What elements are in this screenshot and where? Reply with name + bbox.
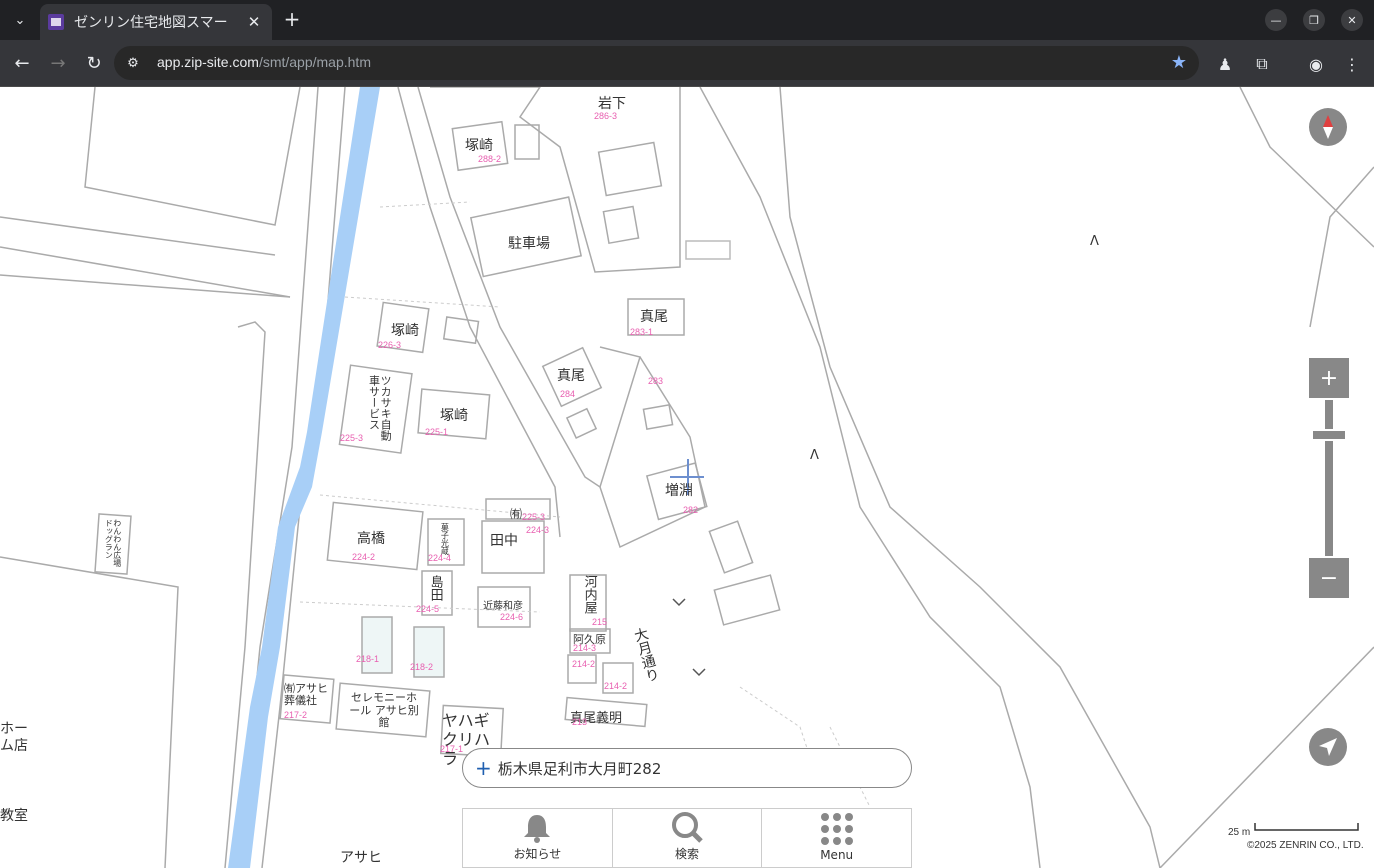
back-button[interactable]: ← — [9, 50, 35, 76]
reload-button[interactable]: ↻ — [81, 50, 107, 76]
scale-line — [1254, 823, 1359, 831]
map-label: 塚崎 — [465, 138, 493, 154]
map-label: ホーム店 — [0, 721, 28, 754]
map-parcel-number: 225-3 — [522, 512, 546, 522]
site-info-icon[interactable]: ⚙ — [124, 54, 142, 72]
map-parcel-number: 213 — [572, 717, 588, 727]
map-label: 塚崎 — [440, 408, 468, 424]
mountain-symbol: Λ — [1090, 234, 1099, 249]
compass-needle-icon — [1323, 115, 1333, 139]
map-label: 島田 — [427, 575, 443, 601]
map-parcel-number: 215 — [592, 617, 608, 627]
tab-title: ゼンリン住宅地図スマー — [74, 15, 228, 31]
menu-button[interactable]: Menu — [762, 809, 911, 867]
bell-icon — [524, 815, 551, 843]
zoom-slider-handle[interactable] — [1311, 429, 1347, 441]
map-parcel-number: 283-1 — [630, 327, 654, 337]
map-label: 近藤和彦 — [483, 601, 523, 612]
forward-button[interactable]: → — [45, 50, 71, 76]
map-parcel-number: 224-6 — [500, 612, 524, 622]
map-label: 真尾 — [557, 368, 585, 384]
minimize-button[interactable]: — — [1265, 9, 1287, 31]
map-label: ㈲アサヒ葬儀社 — [284, 682, 328, 708]
kebab-menu-icon[interactable]: ⋮ — [1340, 52, 1364, 76]
map-label: アサヒ — [340, 850, 382, 866]
map-parcel-number: 218-1 — [356, 654, 380, 664]
scale-label: 25 m — [1228, 827, 1251, 838]
map-parcel-number: 283 — [648, 376, 664, 386]
bottom-menu-bar: お知らせ 検索 Menu — [462, 808, 912, 868]
map-parcel-number: 225-3 — [340, 433, 364, 443]
map-parcel-number: 288-2 — [478, 154, 502, 164]
tab-search-button[interactable]: ⌄ — [6, 8, 34, 32]
plus-icon: + — [475, 756, 492, 780]
new-tab-button[interactable]: + — [280, 8, 304, 32]
map-parcel-number: 217-2 — [284, 710, 308, 720]
favicon-icon — [48, 14, 64, 30]
bookmark-star-icon[interactable]: ★ — [1171, 52, 1187, 73]
close-window-button[interactable]: ✕ — [1341, 9, 1363, 31]
zoom-in-button[interactable]: + — [1309, 358, 1349, 398]
map-label: ツカサキ自動車サービス — [367, 375, 393, 441]
browser-tab-bar: ⌄ ゼンリン住宅地図スマー ✕ + — ❐ ✕ — [0, 0, 1374, 40]
map-parcel-number: 224-3 — [526, 525, 550, 535]
location-arrow-icon — [1319, 738, 1337, 756]
scale-bar: 25 m — [1228, 820, 1359, 839]
copyright-text: ©2025 ZENRIN CO., LTD. — [1247, 840, 1364, 851]
chevron-down-icon: ⌄ — [14, 12, 26, 28]
map-label: ㈲ — [510, 507, 523, 521]
profile-icon[interactable]: ◉ — [1304, 52, 1328, 76]
current-location-button[interactable] — [1309, 728, 1347, 766]
map-label: 増淵 — [665, 483, 693, 499]
map-parcel-number: 282 — [683, 505, 699, 515]
search-button[interactable]: 検索 — [613, 809, 763, 867]
map-label: 塚崎 — [391, 323, 419, 339]
extensions-puzzle-icon[interactable]: ⧉ — [1250, 52, 1274, 76]
browser-toolbar: ← → ↻ ⚙ app.zip-site.com/smt/app/map.htm… — [0, 40, 1374, 87]
active-tab[interactable]: ゼンリン住宅地図スマー ✕ — [40, 4, 272, 40]
address-search-bar[interactable]: + 栃木県足利市大月町282 — [462, 748, 912, 788]
map-parcel-number: 214-2 — [604, 681, 628, 691]
map-label: 高橋 — [357, 531, 385, 547]
map-canvas[interactable]: 岩下 286-3 塚崎 288-2 駐車場 真尾 283-1 塚崎 226-3 … — [0, 87, 1374, 868]
map-parcel-number: 217-1 — [440, 744, 464, 754]
address-bar[interactable]: ⚙ app.zip-site.com/smt/app/map.htm ★ — [114, 46, 1199, 80]
tab-close-icon[interactable]: ✕ — [244, 13, 264, 31]
restore-button[interactable]: ❐ — [1303, 9, 1325, 31]
map-label: 駐車場 — [508, 236, 550, 252]
map-label: 真尾 — [640, 309, 668, 325]
map-parcel-number: 284 — [560, 389, 576, 399]
address-text: 栃木県足利市大月町282 — [497, 759, 662, 778]
extension-icon[interactable]: ♟ — [1213, 52, 1237, 76]
grid-menu-icon — [820, 813, 853, 845]
map-label: セレモニーホール アサヒ別館 — [349, 691, 419, 730]
map-label: 田中 — [490, 533, 518, 549]
map-parcel-number: 224-5 — [416, 604, 440, 614]
search-icon — [672, 812, 703, 843]
map-label: 河内屋 — [581, 575, 597, 614]
url-text[interactable]: app.zip-site.com/smt/app/map.htm — [157, 54, 371, 70]
search-label: 検索 — [675, 847, 700, 861]
mountain-symbol: Λ — [810, 448, 819, 463]
zoom-out-button[interactable]: − — [1309, 558, 1349, 598]
map-label: 岩下 — [598, 96, 626, 112]
map-label: 教室 — [0, 808, 28, 824]
map-parcel-number: 214-2 — [572, 659, 596, 669]
zoom-slider-track[interactable] — [1325, 400, 1333, 556]
notices-button[interactable]: お知らせ — [463, 809, 613, 867]
map-parcel-number: 224-4 — [428, 553, 452, 563]
notices-label: お知らせ — [513, 847, 562, 861]
map-label: わんわん広場ドッグラン — [104, 519, 122, 567]
map-parcel-number: 218-2 — [410, 662, 434, 672]
map-parcel-number: 225-1 — [425, 427, 449, 437]
map-parcel-number: 286-3 — [594, 111, 618, 121]
map-parcel-number: 224-2 — [352, 552, 376, 562]
map-parcel-number: 226-3 — [378, 340, 402, 350]
menu-label: Menu — [820, 848, 854, 862]
map-parcel-number: 214-3 — [573, 643, 597, 653]
compass-button[interactable] — [1309, 108, 1347, 146]
